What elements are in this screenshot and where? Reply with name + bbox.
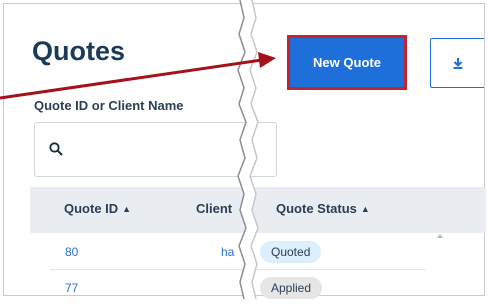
column-header-label: Quote Status xyxy=(276,201,357,216)
column-header-quote-status[interactable]: Quote Status ▲︎ xyxy=(276,202,370,215)
table-header: Quote ID ▲︎ Client Quote Status ▲︎ xyxy=(30,187,486,233)
scrollbar-up-arrow[interactable] xyxy=(437,234,443,238)
column-header-quote-id[interactable]: Quote ID ▲︎ xyxy=(64,202,131,215)
table-row[interactable]: 80 ha Quoted xyxy=(30,234,486,270)
client-link[interactable]: ha xyxy=(221,245,241,259)
quote-id-link[interactable]: 77 xyxy=(65,281,78,295)
quote-id-link[interactable]: 80 xyxy=(65,245,78,259)
sort-icon: ▲︎ xyxy=(122,204,132,214)
download-icon xyxy=(453,58,463,69)
search-input[interactable] xyxy=(71,133,265,167)
status-badge: Quoted xyxy=(260,241,322,263)
new-quote-button[interactable]: New Quote xyxy=(287,35,407,90)
quotes-table: Quote ID ▲︎ Client Quote Status ▲︎ 80 ha Q… xyxy=(30,187,486,299)
new-quote-button-label: New Quote xyxy=(313,55,381,70)
column-header-label: Quote ID xyxy=(64,201,119,216)
download-button[interactable] xyxy=(430,38,484,88)
status-badge: Applied xyxy=(260,277,323,299)
column-header-label: Client xyxy=(196,201,233,216)
sort-icon: ▲︎ xyxy=(360,204,370,214)
search-label: Quote ID or Client Name xyxy=(34,98,184,113)
table-row[interactable]: 77 Applied xyxy=(30,270,486,306)
search-icon xyxy=(49,142,63,156)
search-field[interactable] xyxy=(34,122,277,177)
column-header-client[interactable]: Client xyxy=(196,202,232,215)
page-title: Quotes xyxy=(32,36,126,66)
